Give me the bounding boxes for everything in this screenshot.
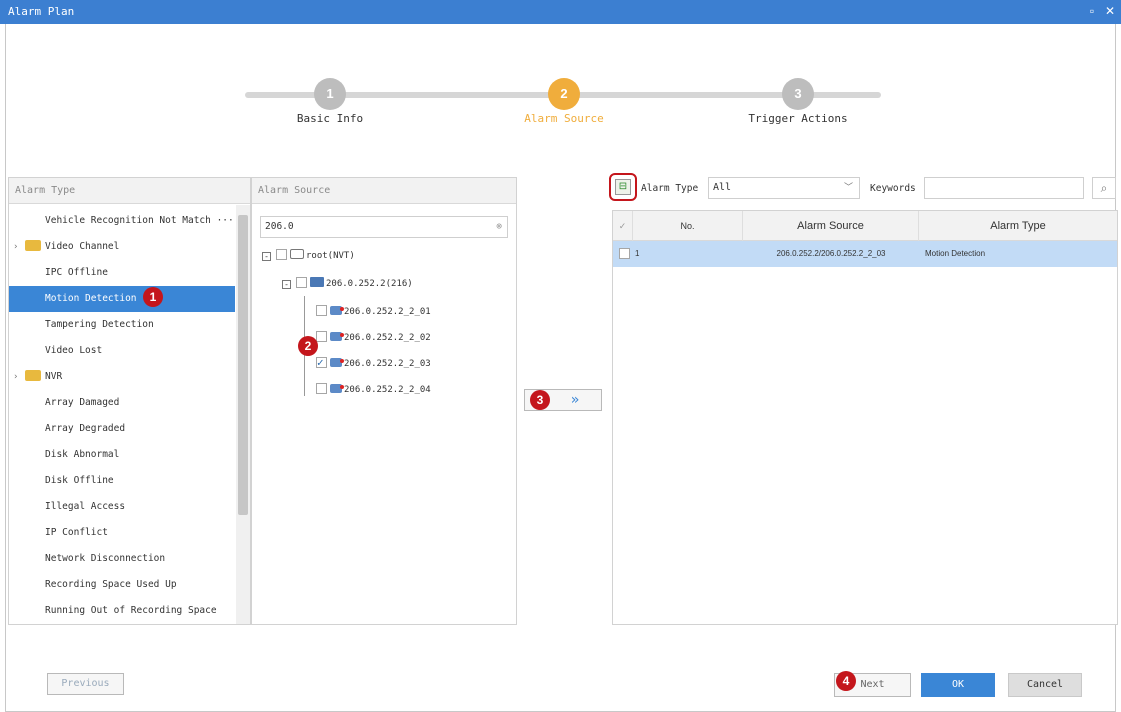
alarm-type-scrollbar[interactable] bbox=[236, 205, 250, 624]
alarm-type-item[interactable]: Running Out of Recording Space bbox=[9, 598, 235, 624]
server-icon bbox=[310, 277, 324, 287]
alarm-source-search[interactable]: 206.0 ⊗ bbox=[260, 216, 508, 238]
cancel-button[interactable]: Cancel bbox=[1008, 673, 1082, 697]
clear-icon[interactable]: ⊗ bbox=[496, 217, 502, 237]
delete-icon[interactable]: ⊟ bbox=[615, 179, 631, 195]
scrollbar-thumb[interactable] bbox=[238, 215, 248, 515]
alarm-type-item[interactable]: IP Conflict bbox=[9, 520, 235, 546]
restore-icon[interactable]: ▫ bbox=[1084, 3, 1100, 19]
tree-node-channel[interactable]: 206.0.252.2_2_02 bbox=[316, 328, 431, 348]
tree-node-device[interactable]: -206.0.252.2(216) bbox=[282, 274, 413, 294]
expand-icon[interactable]: › bbox=[13, 234, 25, 260]
alarm-type-item[interactable]: Illegal Access bbox=[9, 494, 235, 520]
close-icon[interactable]: ✕ bbox=[1102, 3, 1118, 19]
step-2-circle: 2 bbox=[548, 78, 580, 110]
dome-camera-icon bbox=[330, 358, 344, 367]
tree-checkbox[interactable] bbox=[276, 249, 287, 260]
row-alarm-source: 206.0.252.2/206.0.252.2_2_03 bbox=[776, 249, 886, 258]
column-alarm-source[interactable]: Alarm Source bbox=[743, 211, 919, 241]
previous-button[interactable]: Previous bbox=[47, 673, 124, 695]
table-header: ✓ No. Alarm Source Alarm Type bbox=[613, 211, 1117, 241]
ok-button[interactable]: OK bbox=[921, 673, 995, 697]
tree-node-channel[interactable]: 206.0.252.2_2_01 bbox=[316, 302, 431, 322]
callout-badge-3: 3 bbox=[530, 390, 550, 410]
camera-icon bbox=[330, 332, 344, 341]
alarm-type-item[interactable]: Array Degraded bbox=[9, 416, 235, 442]
alarm-type-item[interactable]: IPC Offline bbox=[9, 260, 235, 286]
select-all-checkbox[interactable]: ✓ bbox=[613, 211, 633, 241]
alarm-type-panel: Alarm Type Vehicle Recognition Not Match… bbox=[8, 177, 251, 625]
camera-icon bbox=[330, 384, 344, 393]
window-title: Alarm Plan bbox=[8, 5, 75, 18]
tree-checkbox[interactable] bbox=[316, 305, 327, 316]
table-row[interactable]: 1 206.0.252.2/206.0.252.2_2_03 Motion De… bbox=[613, 241, 1117, 267]
title-bar: Alarm Plan ▫ ✕ bbox=[0, 0, 1121, 24]
alarm-type-item-selected[interactable]: Motion Detection bbox=[9, 286, 235, 312]
network-icon bbox=[290, 249, 304, 259]
expand-icon[interactable]: › bbox=[13, 364, 25, 390]
tree-node-channel-checked[interactable]: 206.0.252.2_2_03 bbox=[316, 353, 431, 374]
tree-checkbox-checked[interactable] bbox=[316, 353, 327, 373]
row-number: 1 bbox=[635, 249, 640, 258]
alarm-source-header: Alarm Source bbox=[252, 178, 516, 204]
column-alarm-type[interactable]: Alarm Type bbox=[919, 211, 1117, 241]
row-checkbox[interactable] bbox=[617, 241, 631, 267]
tree-node-channel[interactable]: 206.0.252.2_2_04 bbox=[316, 380, 431, 400]
keywords-input[interactable] bbox=[924, 177, 1084, 199]
step-2-label: Alarm Source bbox=[524, 112, 604, 125]
folder-icon bbox=[25, 240, 41, 251]
folder-icon bbox=[25, 370, 41, 381]
alarm-type-item[interactable]: Vehicle Recognition Not Match ··· bbox=[9, 208, 235, 234]
alarm-type-group-nvr[interactable]: › NVR bbox=[9, 364, 235, 390]
collapse-icon[interactable]: - bbox=[282, 280, 291, 289]
alarm-type-header: Alarm Type bbox=[9, 178, 250, 204]
alarm-type-select[interactable]: All ﹀ bbox=[708, 177, 860, 199]
alarm-type-filter-label: Alarm Type bbox=[641, 183, 699, 194]
callout-badge-1: 1 bbox=[143, 287, 163, 307]
alarm-type-group-video[interactable]: › Video Channel bbox=[9, 234, 235, 260]
alarm-type-item[interactable]: Disk Abnormal bbox=[9, 442, 235, 468]
alarm-type-item[interactable]: Tampering Detection bbox=[9, 312, 235, 338]
callout-badge-2: 2 bbox=[298, 336, 318, 356]
tree-node-root[interactable]: - root(NVT) bbox=[262, 246, 355, 266]
tree-checkbox[interactable] bbox=[296, 277, 307, 288]
step-3-circle: 3 bbox=[782, 78, 814, 110]
alarm-type-item[interactable]: Network Disconnection bbox=[9, 546, 235, 572]
alarm-source-panel: Alarm Source 206.0 ⊗ - root(NVT) -206.0.2… bbox=[251, 177, 517, 625]
callout-badge-4: 4 bbox=[836, 671, 856, 691]
keywords-label: Keywords bbox=[870, 183, 916, 194]
row-alarm-type: Motion Detection bbox=[925, 249, 986, 258]
step-3-label: Trigger Actions bbox=[748, 112, 848, 125]
selected-sources-table: ✓ No. Alarm Source Alarm Type 1 206.0.25… bbox=[612, 210, 1118, 625]
alarm-type-item[interactable]: Video Lost bbox=[9, 338, 235, 364]
alarm-type-item[interactable]: Disk Offline bbox=[9, 468, 235, 494]
tree-checkbox[interactable] bbox=[316, 383, 327, 394]
tree-checkbox[interactable] bbox=[316, 331, 327, 342]
step-1-circle: 1 bbox=[314, 78, 346, 110]
column-no[interactable]: No. bbox=[633, 211, 743, 241]
search-icon[interactable]: ⌕ bbox=[1092, 177, 1116, 199]
alarm-type-item[interactable]: Recording Space Used Up bbox=[9, 572, 235, 598]
camera-icon bbox=[330, 306, 344, 315]
alarm-type-item[interactable]: Array Damaged bbox=[9, 390, 235, 416]
step-1-label: Basic Info bbox=[296, 112, 364, 125]
collapse-icon[interactable]: - bbox=[262, 252, 271, 261]
chevron-down-icon: ﹀ bbox=[843, 183, 853, 193]
